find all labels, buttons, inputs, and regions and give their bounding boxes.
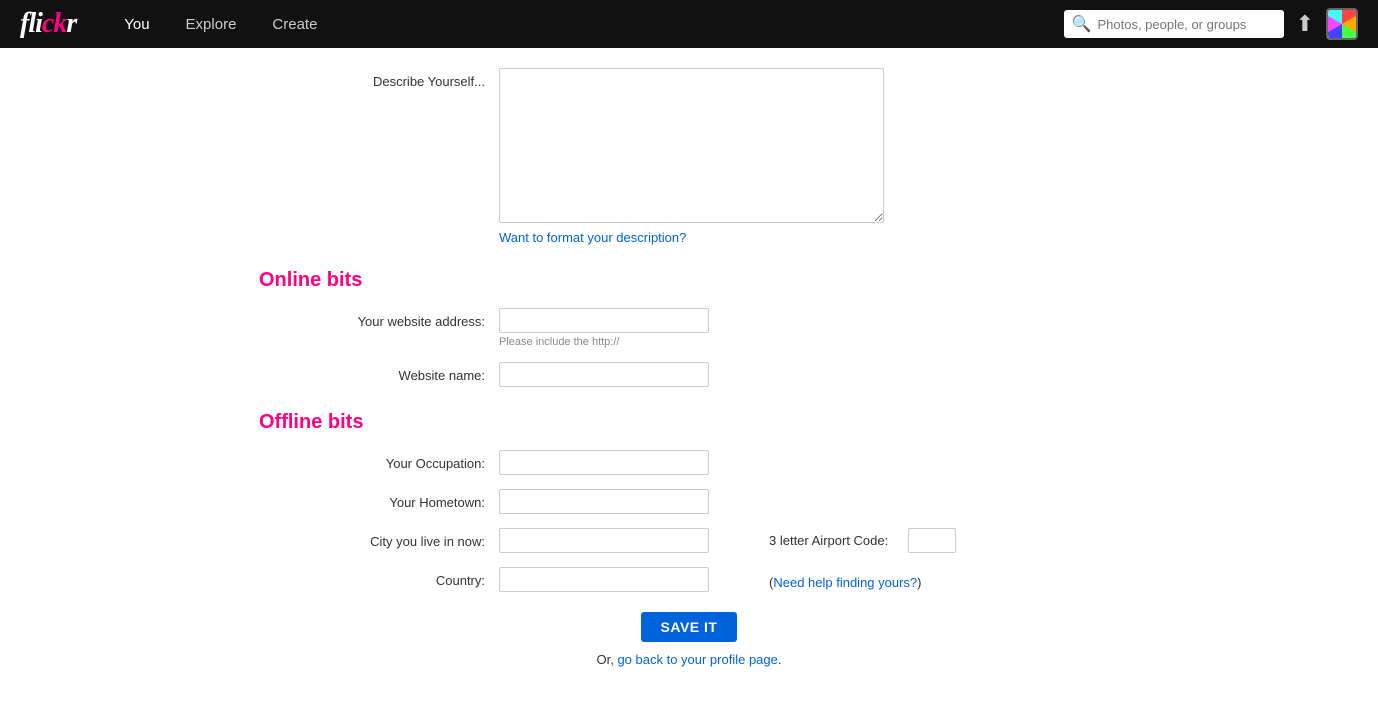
occupation-input[interactable] bbox=[499, 450, 709, 475]
country-row: Country: (Need help finding yours?) bbox=[259, 567, 1119, 592]
describe-row: Describe Yourself... Want to format your… bbox=[259, 68, 1119, 245]
website-hint: Please include the http:// bbox=[499, 336, 1119, 348]
city-input[interactable] bbox=[499, 528, 709, 553]
occupation-label: Your Occupation: bbox=[259, 450, 499, 471]
describe-label: Describe Yourself... bbox=[259, 68, 499, 89]
hometown-field bbox=[499, 489, 1119, 514]
search-icon: 🔍 bbox=[1072, 14, 1092, 34]
nav-you[interactable]: You bbox=[106, 0, 167, 48]
back-link[interactable]: go back to your profile page bbox=[617, 652, 777, 667]
nav-explore[interactable]: Explore bbox=[168, 0, 255, 48]
city-label: City you live in now: bbox=[259, 528, 499, 549]
offline-heading: Offline bits bbox=[259, 411, 1119, 434]
online-heading: Online bits bbox=[259, 269, 1119, 292]
hometown-label: Your Hometown: bbox=[259, 489, 499, 510]
country-field: (Need help finding yours?) bbox=[499, 567, 1119, 592]
country-label: Country: bbox=[259, 567, 499, 588]
country-airport-wrapper: (Need help finding yours?) bbox=[499, 567, 1119, 592]
city-airport-wrapper: 3 letter Airport Code: bbox=[499, 528, 1119, 553]
search-box[interactable]: 🔍 bbox=[1064, 10, 1284, 38]
country-input[interactable] bbox=[499, 567, 709, 592]
nav-create[interactable]: Create bbox=[254, 0, 335, 48]
city-row: City you live in now: 3 letter Airport C… bbox=[259, 528, 1119, 553]
airport-help-suffix: ) bbox=[917, 575, 921, 590]
airport-input[interactable] bbox=[908, 528, 956, 553]
website-name-field bbox=[499, 362, 1119, 387]
main-content: Describe Yourself... Want to format your… bbox=[239, 48, 1139, 707]
avatar[interactable] bbox=[1326, 8, 1358, 40]
back-suffix: . bbox=[778, 652, 782, 667]
website-name-row: Website name: bbox=[259, 362, 1119, 387]
airport-help-link[interactable]: Need help finding yours? bbox=[773, 575, 917, 590]
airport-row: 3 letter Airport Code: bbox=[769, 528, 956, 553]
upload-icon[interactable]: ⬆ bbox=[1296, 11, 1314, 37]
describe-field: Want to format your description? bbox=[499, 68, 1119, 245]
website-address-row: Your website address: Please include the… bbox=[259, 308, 1119, 348]
occupation-row: Your Occupation: bbox=[259, 450, 1119, 475]
save-row: SAVE IT Or, go back to your profile page… bbox=[259, 612, 1119, 667]
website-name-input[interactable] bbox=[499, 362, 709, 387]
website-name-label: Website name: bbox=[259, 362, 499, 383]
back-prefix: Or, bbox=[596, 652, 617, 667]
airport-label: 3 letter Airport Code: bbox=[769, 533, 888, 548]
airport-help: (Need help finding yours?) bbox=[769, 575, 922, 590]
navbar-right: 🔍 ⬆ bbox=[1064, 8, 1358, 40]
search-input[interactable] bbox=[1097, 17, 1275, 32]
website-address-input[interactable] bbox=[499, 308, 709, 333]
avatar-image bbox=[1328, 10, 1356, 38]
site-logo[interactable]: flickr bbox=[20, 8, 76, 40]
website-address-label: Your website address: bbox=[259, 308, 499, 329]
hometown-row: Your Hometown: bbox=[259, 489, 1119, 514]
website-address-field: Please include the http:// bbox=[499, 308, 1119, 348]
occupation-field bbox=[499, 450, 1119, 475]
hometown-input[interactable] bbox=[499, 489, 709, 514]
back-text: Or, go back to your profile page. bbox=[596, 652, 781, 667]
format-link[interactable]: Want to format your description? bbox=[499, 230, 686, 245]
nav-links: You Explore Create bbox=[106, 0, 335, 48]
city-field: 3 letter Airport Code: bbox=[499, 528, 1119, 553]
navbar: flickr You Explore Create 🔍 ⬆ bbox=[0, 0, 1378, 48]
describe-textarea[interactable] bbox=[499, 68, 884, 223]
save-button[interactable]: SAVE IT bbox=[641, 612, 738, 642]
